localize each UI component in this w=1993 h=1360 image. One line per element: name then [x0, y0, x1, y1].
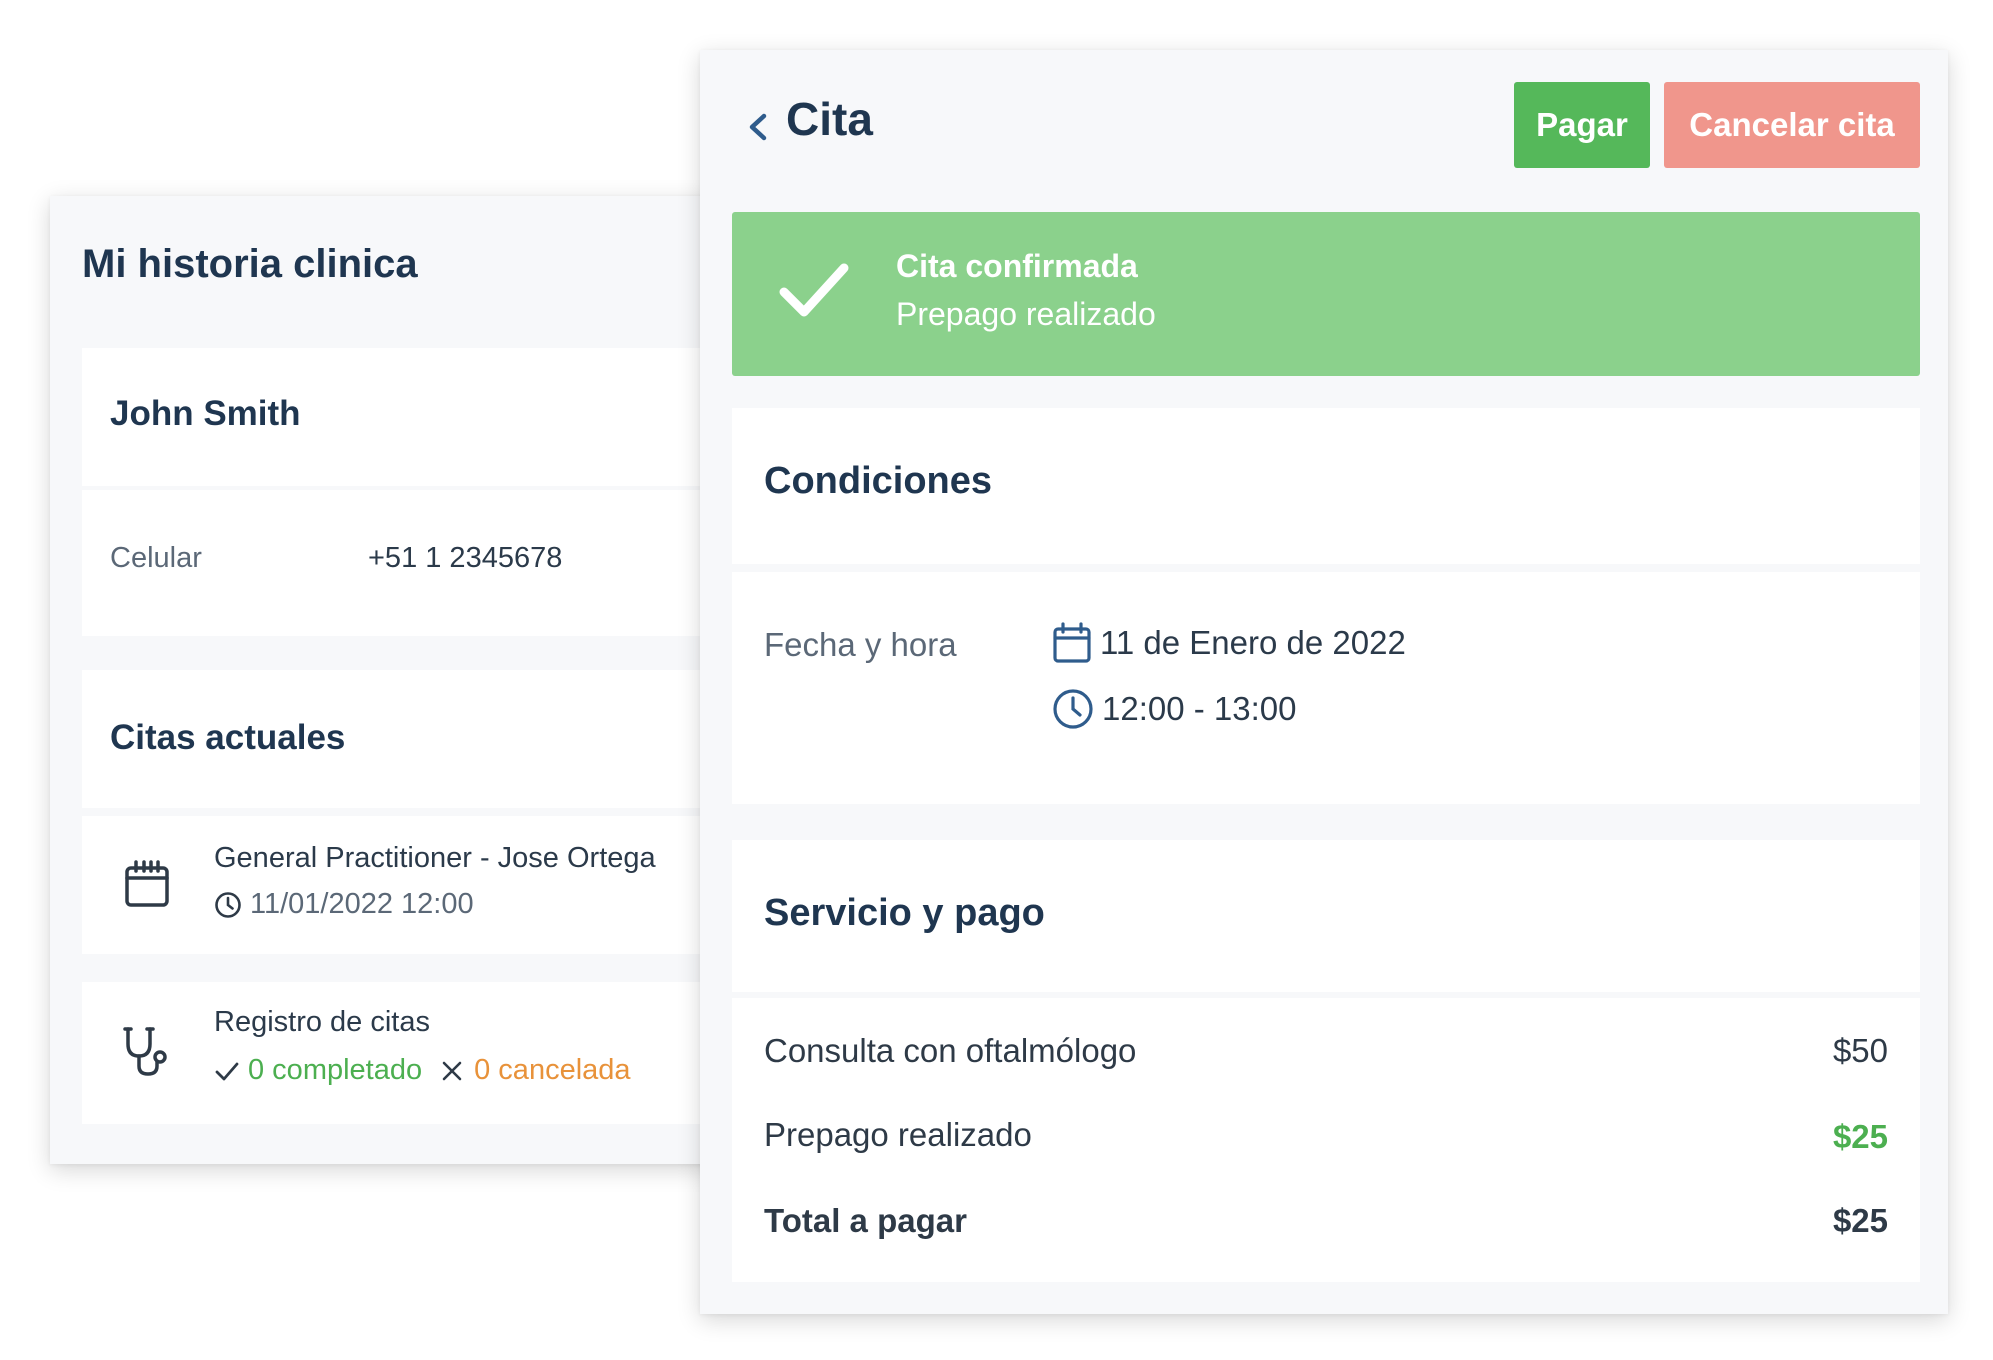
clinical-history-panel: Mi historia clinica John Smith Celular +… [50, 196, 750, 1164]
clock-icon [1052, 688, 1102, 730]
service-payment-header: Servicio y pago [732, 840, 1920, 992]
line-item-label: Consulta con oftalmólogo [764, 1032, 1137, 1069]
cancel-appointment-button[interactable]: Cancelar cita [1664, 82, 1920, 168]
phone-label: Celular [110, 542, 202, 574]
payment-items-card: Consulta con oftalmólogo $50 Prepago rea… [732, 998, 1920, 1282]
close-icon [440, 1059, 464, 1083]
appointment-time: 12:00 - 13:00 [1102, 690, 1297, 727]
appointment-list-item[interactable]: General Practitioner - Jose Ortega 11/01… [82, 816, 750, 954]
status-banner: Cita confirmada Prepago realizado [732, 212, 1920, 376]
pay-button[interactable]: Pagar [1514, 82, 1650, 168]
page-title: Mi historia clinica [82, 242, 418, 286]
stethoscope-icon [122, 1026, 172, 1080]
appointment-detail-panel: Cita Pagar Cancelar cita Cita confirmada… [700, 50, 1948, 1314]
page-title: Cita [786, 93, 873, 145]
time-row: 12:00 - 13:00 [1052, 688, 1297, 730]
banner-subtitle: Prepago realizado [896, 296, 1156, 332]
phone-value: +51 1 2345678 [368, 542, 563, 574]
chevron-left-icon[interactable] [740, 102, 776, 152]
clock-icon [214, 891, 250, 919]
cancelled-count: 0 cancelada [474, 1054, 631, 1086]
date-time-label: Fecha y hora [764, 626, 957, 663]
check-icon [776, 258, 852, 324]
check-icon [214, 1060, 240, 1082]
appointment-datetime-row: 11/01/2022 12:00 [214, 888, 474, 921]
appointment-datetime: 11/01/2022 12:00 [250, 888, 474, 920]
total-label: Total a pagar [764, 1202, 967, 1239]
section-title: Citas actuales [110, 718, 346, 757]
line-item-value: $50 [1832, 1032, 1888, 1069]
patient-name-card: John Smith [82, 348, 750, 486]
registry-stats: 0 completado 0 cancelada [214, 1054, 631, 1087]
current-appointments-header: Citas actuales [82, 670, 750, 808]
conditions-header: Condiciones [732, 408, 1920, 564]
section-title: Servicio y pago [764, 892, 1045, 934]
completed-count: 0 completado [248, 1054, 423, 1086]
section-title: Condiciones [764, 460, 993, 502]
registry-title: Registro de citas [214, 1006, 430, 1038]
date-time-card: Fecha y hora 11 de Enero de 2022 12:00 -… [732, 572, 1920, 804]
patient-phone-card: Celular +51 1 2345678 [82, 490, 750, 636]
calendar-icon [124, 860, 170, 908]
line-item-value: $25 [1832, 1118, 1888, 1155]
date-row: 11 de Enero de 2022 [1052, 622, 1406, 664]
line-item-label: Prepago realizado [764, 1116, 1032, 1153]
patient-name: John Smith [110, 394, 301, 433]
banner-title: Cita confirmada [896, 248, 1138, 284]
appointment-title: General Practitioner - Jose Ortega [214, 842, 656, 874]
total-value: $25 [1832, 1202, 1888, 1239]
appointment-date: 11 de Enero de 2022 [1100, 624, 1406, 661]
calendar-icon [1052, 622, 1100, 664]
appointment-registry-card[interactable]: Registro de citas 0 completado 0 cancela… [82, 982, 750, 1124]
